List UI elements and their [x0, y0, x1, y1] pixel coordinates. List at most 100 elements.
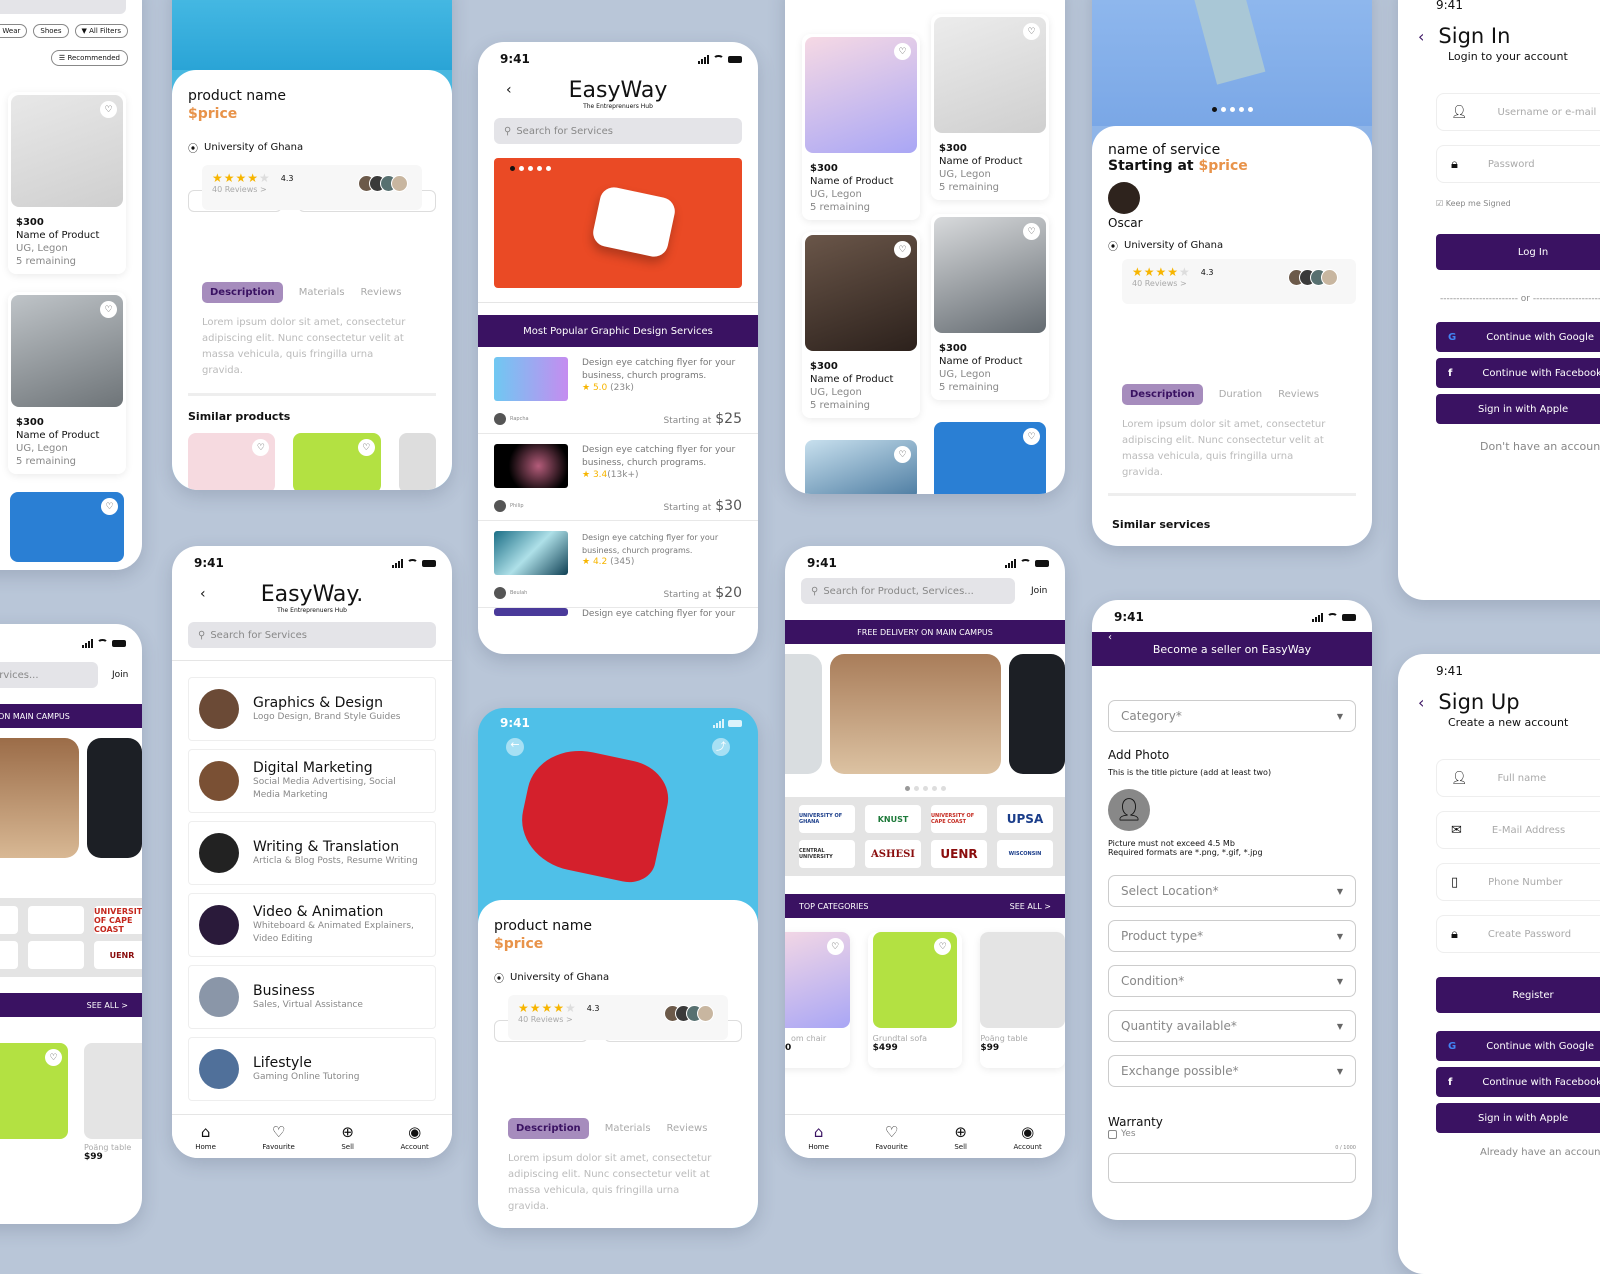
product-card[interactable]: ♡ $300 Name of Product UG, Legon 5 remainin…	[8, 292, 126, 474]
apple-button[interactable]: Sign in with Apple	[1436, 1103, 1600, 1133]
tab-reviews[interactable]: Reviews	[361, 287, 402, 298]
promo-banner[interactable]	[494, 158, 742, 288]
carousel-slide[interactable]	[0, 738, 79, 858]
carousel-slide[interactable]	[830, 654, 1001, 774]
heart-icon[interactable]: ♡	[894, 446, 911, 463]
similar-product-card[interactable]	[398, 433, 436, 490]
username-field[interactable]: 👤︎ Username or e-mail	[1436, 93, 1600, 131]
facebook-button[interactable]: f Continue with Facebook	[1436, 358, 1600, 388]
product-card[interactable]: ♡ $300 Name of Product UG, Legon 5 remainin…	[931, 214, 1049, 400]
chip-wear[interactable]: s Wear	[0, 24, 28, 38]
nav-favourite[interactable]: ♡ Favourite	[875, 1123, 907, 1151]
heart-icon[interactable]: ♡	[100, 101, 117, 118]
category-select[interactable]: Category* ▼	[1108, 700, 1356, 732]
rating-box[interactable]: ★★★★★ 4.3 40 Reviews >	[202, 165, 422, 210]
service-row[interactable]: Design eye catching flyer for your busin…	[478, 434, 758, 521]
category-video-animation[interactable]: Video & Animation Whiteboard & Animated E…	[188, 893, 436, 957]
see-all-button[interactable]: SEE ALL >	[1010, 902, 1051, 911]
search-input[interactable]: ⚲ Search for Services	[188, 622, 436, 648]
chip-all-filters[interactable]: ▼ All Filters	[74, 24, 128, 38]
similar-product-card[interactable]: ♡	[188, 433, 276, 490]
product-card[interactable]: ♡ $300 Name of Product UG, Legon 5 remainin…	[802, 34, 920, 220]
heart-icon[interactable]: ♡	[252, 439, 270, 456]
service-row[interactable]: Design eye catching flyer for your busin…	[478, 347, 758, 434]
exchange-select[interactable]: Exchange possible* ▼	[1108, 1055, 1356, 1087]
password-field[interactable]: 🔒︎ Password	[1436, 145, 1600, 183]
logo-knust[interactable]: KNUST	[865, 805, 921, 833]
back-button[interactable]: ‹	[1418, 27, 1424, 46]
category-digital-marketing[interactable]: Digital Marketing Social Media Advertisin…	[188, 749, 436, 813]
back-button[interactable]: ‹	[200, 586, 206, 602]
tab-duration[interactable]: Duration	[1219, 389, 1262, 400]
heart-icon[interactable]: ♡	[894, 43, 911, 60]
search-input[interactable]: ⚲ Search for Product, Services...	[801, 578, 1015, 604]
seller-avatar[interactable]	[1108, 182, 1140, 214]
description-textarea[interactable]	[1108, 1153, 1356, 1183]
join-button[interactable]: Join	[112, 670, 128, 680]
tab-materials[interactable]: Materials	[299, 287, 345, 298]
location-select[interactable]: Select Location* ▼	[1108, 875, 1356, 907]
tab-description[interactable]: Description	[508, 1118, 589, 1139]
rating-box[interactable]: ★★★★★ 4.3 40 Reviews >	[1122, 259, 1356, 304]
see-all-button[interactable]: SEE ALL >	[0, 993, 142, 1017]
nav-sell[interactable]: ⊕ Sell	[954, 1123, 967, 1151]
facebook-button[interactable]: f Continue with Facebook	[1436, 1067, 1600, 1097]
logo-wisconsin[interactable]: WISCONSIN	[997, 840, 1053, 868]
logo-ashesi[interactable]: ASHESI	[865, 840, 921, 868]
product-card[interactable]: Poäng table $99	[980, 932, 1065, 1068]
service-row[interactable]: Design eye catching flyer for your busin…	[478, 521, 758, 608]
nav-account[interactable]: ◉ Account	[1013, 1123, 1041, 1151]
rating-box[interactable]: ★★★★★ 4.3 40 Reviews >	[508, 995, 728, 1040]
product-card[interactable]: ♡ $300 Name of Product UG, Legon 5 remainin…	[8, 92, 126, 274]
condition-select[interactable]: Condition* ▼	[1108, 965, 1356, 997]
search-input[interactable]: ⚲ Search for Services	[494, 118, 742, 144]
logo-central[interactable]: CENTRAL UNIVERSITY	[799, 840, 855, 868]
heart-icon[interactable]: ♡	[101, 498, 118, 515]
logo-ug[interactable]: UNIVERSITY OF GHANA	[799, 805, 855, 833]
nav-favourite[interactable]: ♡ Favourite	[262, 1123, 294, 1151]
google-button[interactable]: G Continue with Google	[1436, 1031, 1600, 1061]
back-button[interactable]: ‹	[506, 82, 512, 98]
share-button[interactable]: ⤴	[712, 738, 730, 756]
logo-uenr[interactable]: UENR	[931, 840, 987, 868]
logo-ucc[interactable]: UNIVERSITY OF CAPE COAST	[931, 805, 987, 833]
heart-icon[interactable]: ♡	[45, 1049, 62, 1066]
category-business[interactable]: Business Sales, Virtual Assistance	[188, 965, 436, 1029]
product-card[interactable]: ♡ $300 Name of Product UG, Legon 5 remainin…	[931, 14, 1049, 200]
tab-materials[interactable]: Materials	[605, 1123, 651, 1134]
signin-link[interactable]: Already have an account?	[1480, 1147, 1600, 1158]
category-graphics-design[interactable]: Graphics & Design Logo Design, Brand Styl…	[188, 677, 436, 741]
nav-home[interactable]: ⌂ Home	[808, 1123, 829, 1151]
category-writing-translation[interactable]: Writing & Translation Articla & Blog Post…	[188, 821, 436, 885]
phone-field[interactable]: ▯ Phone Number	[1436, 863, 1600, 901]
nav-sell[interactable]: ⊕ Sell	[341, 1123, 354, 1151]
sort-button[interactable]: ☰ Recommended	[50, 50, 128, 66]
tab-reviews[interactable]: Reviews	[1278, 389, 1319, 400]
back-button[interactable]: ←	[506, 738, 524, 756]
product-type-select[interactable]: Product type* ▼	[1108, 920, 1356, 952]
back-button[interactable]: ‹	[1418, 693, 1424, 712]
heart-icon[interactable]: ♡	[1023, 23, 1040, 40]
similar-product-card[interactable]: ♡	[293, 433, 381, 490]
search-input[interactable]: Services...	[0, 0, 126, 14]
product-card[interactable]: ♡ $300 Name of Product UG, Legon 5 remainin…	[802, 232, 920, 418]
email-field[interactable]: ✉ E-Mail Address	[1436, 811, 1600, 849]
nav-account[interactable]: ◉ Account	[400, 1123, 428, 1151]
quantity-select[interactable]: Quantity available* ▼	[1108, 1010, 1356, 1042]
warranty-yes-checkbox[interactable]: Yes	[1108, 1129, 1356, 1139]
nav-home[interactable]: ⌂ Home	[195, 1123, 216, 1151]
product-card[interactable]: ♡ Grundtal sofa $499	[867, 932, 963, 1068]
category-lifestyle[interactable]: Lifestyle Gaming Online Tutoring	[188, 1037, 436, 1101]
login-button[interactable]: Log In	[1436, 234, 1600, 270]
join-button[interactable]: Join	[1031, 586, 1047, 596]
tab-description[interactable]: Description	[1122, 384, 1203, 405]
fullname-field[interactable]: 👤︎ Full name	[1436, 759, 1600, 797]
signup-link[interactable]: Don't have an account?	[1480, 440, 1600, 453]
heart-icon[interactable]: ♡	[826, 938, 844, 955]
product-card[interactable]: ♡ om chair 0	[785, 932, 850, 1068]
password-field[interactable]: 🔒︎ Create Password	[1436, 915, 1600, 953]
heart-icon[interactable]: ♡	[100, 301, 117, 318]
heart-icon[interactable]: ♡	[357, 439, 375, 456]
add-photo-button[interactable]: 👤︎	[1108, 789, 1150, 831]
heart-icon[interactable]: ♡	[1023, 223, 1040, 240]
